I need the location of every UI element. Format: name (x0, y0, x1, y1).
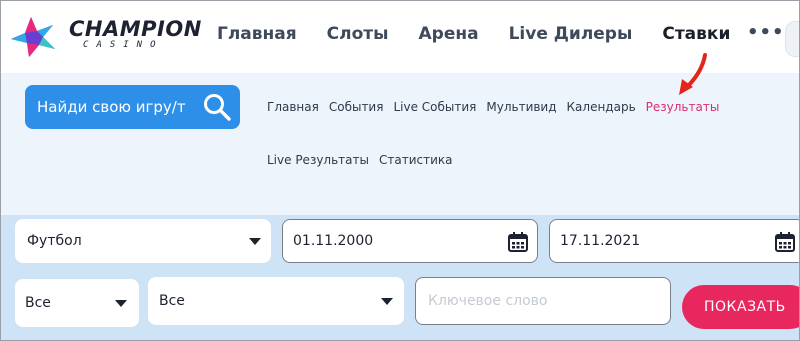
nav-item-bets[interactable]: Ставки (662, 24, 730, 44)
subnav-item-main[interactable]: Главная (267, 100, 319, 114)
chevron-down-icon (115, 300, 127, 307)
show-results-label: ПОКАЗАТЬ (704, 299, 786, 315)
subnav-item-live-results[interactable]: Live Результаты (267, 153, 369, 167)
chevron-down-icon (381, 298, 393, 305)
keyword-input[interactable]: Ключевое слово (415, 277, 671, 325)
nav-item-slots[interactable]: Слоты (327, 24, 389, 44)
date-from-value: 01.11.2000 (293, 233, 374, 249)
search-icon (204, 94, 231, 121)
betting-panel: Найди свою игру/т Главная События Live С… (1, 53, 799, 340)
more-menu-button[interactable]: ••• (747, 22, 785, 43)
red-arrow-icon (679, 53, 707, 95)
sport-select-value: Футбол (27, 233, 82, 249)
date-to-value: 17.11.2021 (560, 233, 641, 249)
filter-select-a[interactable]: Все (15, 279, 139, 327)
keyword-placeholder: Ключевое слово (428, 293, 548, 309)
nav-item-main[interactable]: Главная (217, 24, 297, 44)
date-from-input[interactable]: 01.11.2000 (282, 219, 538, 263)
brand-subtitle: CASINO (83, 40, 164, 50)
subnav-item-live-events[interactable]: Live События (393, 100, 476, 114)
subnav-item-calendar[interactable]: Календарь (567, 100, 636, 114)
date-to-input[interactable]: 17.11.2021 (549, 219, 799, 263)
brand-name: CHAMPION (69, 17, 202, 41)
results-filters: Футбол 01.11.2000 17.11.2021 Все Все Клю… (1, 215, 799, 340)
subnav-item-events[interactable]: События (329, 100, 384, 114)
nav-item-live-dealers[interactable]: Live Дилеры (509, 24, 633, 44)
champion-casino-logo[interactable]: CHAMPION CASINO (9, 15, 202, 59)
calendar-icon[interactable] (507, 231, 529, 253)
filter-select-b[interactable]: Все (148, 277, 404, 325)
calendar-icon[interactable] (774, 231, 796, 253)
sport-select[interactable]: Футбол (15, 219, 271, 263)
browser-viewport: CHAMPION CASINO Главная Слоты Арена Live… (0, 0, 800, 341)
main-nav: Главная Слоты Арена Live Дилеры Ставки (217, 24, 760, 44)
show-results-button[interactable]: ПОКАЗАТЬ (682, 285, 799, 329)
game-search-label: Найди свою игру/т (37, 98, 186, 116)
star-logo-icon (11, 17, 55, 57)
subnav-item-multiview[interactable]: Мультивид (486, 100, 556, 114)
filter-select-b-value: Все (159, 293, 185, 309)
subnav-item-statistics[interactable]: Статистика (379, 153, 453, 167)
game-search-button[interactable]: Найди свою игру/т (25, 85, 240, 129)
filter-select-a-value: Все (25, 295, 51, 311)
nav-item-arena[interactable]: Арена (419, 24, 479, 44)
header-action-button[interactable] (785, 21, 799, 57)
chevron-down-icon (249, 238, 261, 245)
